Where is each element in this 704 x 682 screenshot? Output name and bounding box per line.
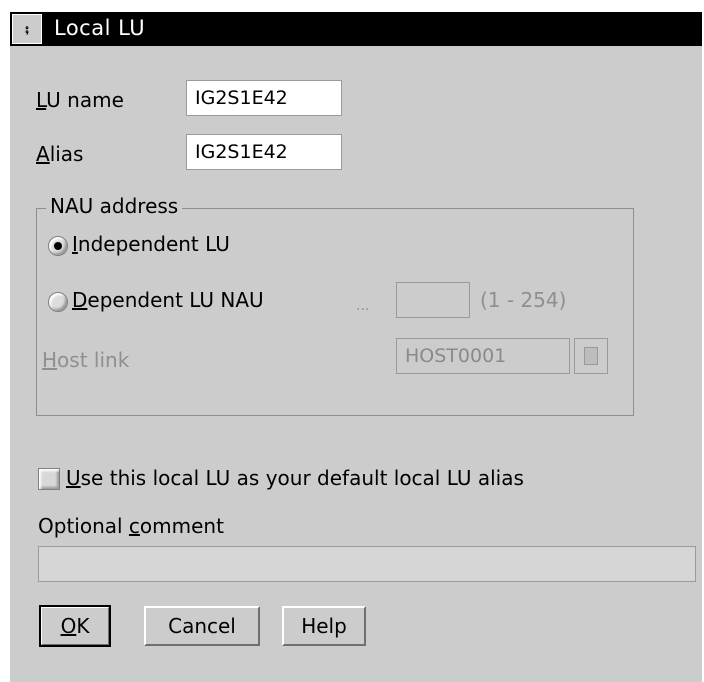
down-caret-icon: ⨟ xyxy=(24,21,30,37)
window-title: Local LU xyxy=(54,16,146,40)
help-button[interactable]: Help xyxy=(282,606,366,646)
comment-field[interactable] xyxy=(38,546,696,582)
default-alias-label[interactable]: Use this local LU as your default local … xyxy=(66,466,524,490)
host-link-dropdown-button[interactable] xyxy=(574,338,608,374)
system-menu-button[interactable]: ⨟ xyxy=(12,14,42,44)
local-lu-dialog: ⨟ Local LU LU name IG2S1E42 Alias IG2S1E… xyxy=(8,10,702,682)
independent-lu-radio[interactable] xyxy=(48,236,68,256)
cancel-button[interactable]: Cancel xyxy=(144,606,260,646)
ok-button[interactable]: OK xyxy=(39,605,111,647)
alias-field[interactable]: IG2S1E42 xyxy=(186,134,342,170)
nau-address-legend: NAU address xyxy=(46,194,183,218)
lu-name-field[interactable]: IG2S1E42 xyxy=(186,80,342,116)
nau-ellipsis: ... xyxy=(356,298,370,314)
title-bar[interactable]: ⨟ Local LU xyxy=(10,12,702,46)
comment-label: Optional comment xyxy=(38,514,224,538)
independent-lu-label[interactable]: Independent LU xyxy=(72,232,230,256)
host-link-label: Host link xyxy=(42,348,130,372)
dependent-lu-label[interactable]: Dependent LU NAU xyxy=(72,288,264,312)
host-link-field[interactable]: HOST0001 xyxy=(396,338,570,374)
dependent-lu-radio[interactable] xyxy=(48,292,68,312)
alias-label: Alias xyxy=(36,142,84,166)
dropdown-knob-icon xyxy=(584,347,598,365)
nau-address-field[interactable] xyxy=(396,282,470,318)
lu-name-label: LU name xyxy=(36,88,124,112)
default-alias-checkbox[interactable] xyxy=(38,468,60,490)
nau-range-label: (1 - 254) xyxy=(480,288,567,312)
